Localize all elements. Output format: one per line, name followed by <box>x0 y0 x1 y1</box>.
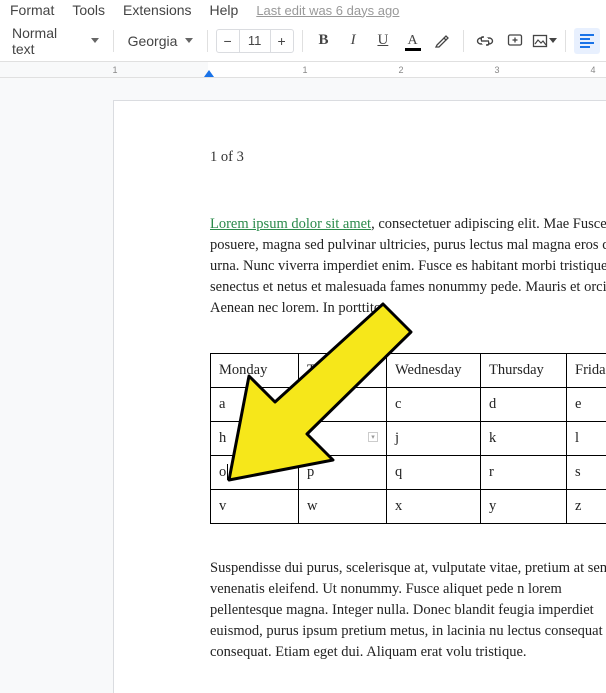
insert-link-button[interactable] <box>472 28 498 54</box>
chevron-down-icon <box>549 38 557 43</box>
table-cell[interactable]: x <box>387 490 481 524</box>
chevron-down-icon <box>185 38 193 43</box>
image-icon <box>532 33 548 49</box>
link-icon <box>476 34 494 48</box>
font-family-label: Georgia <box>128 33 178 49</box>
hyperlink[interactable]: Lorem ipsum dolor sit amet <box>210 216 371 232</box>
ruler-label: 1 <box>302 62 307 78</box>
table-cell[interactable]: v <box>211 490 299 524</box>
menu-bar: Format Tools Extensions Help Last edit w… <box>0 0 606 20</box>
cell-handle-icon[interactable]: ▾ <box>368 432 378 442</box>
font-size-input[interactable]: 11 <box>240 29 270 53</box>
document-table[interactable]: Monday Tu day Wednesday Thursday Frida a… <box>210 353 606 524</box>
menu-tools[interactable]: Tools <box>72 2 105 18</box>
paragraph[interactable]: Suspendisse dui purus, scelerisque at, v… <box>210 558 606 663</box>
table-header-cell[interactable]: Wednesday <box>387 354 481 388</box>
separator <box>302 30 303 52</box>
ruler-label: 3 <box>494 62 499 78</box>
separator <box>207 30 208 52</box>
separator <box>565 30 566 52</box>
table-header-cell[interactable]: Thursday <box>481 354 567 388</box>
separator <box>113 30 114 52</box>
table-cell[interactable]: i▾ <box>299 422 387 456</box>
paragraph-style-dropdown[interactable]: Normal text <box>6 21 105 61</box>
table-cell[interactable]: q <box>387 456 481 490</box>
page-counter: 1 of 3 <box>210 149 606 166</box>
ruler-label: 2 <box>398 62 403 78</box>
font-size-increase-button[interactable]: + <box>270 29 294 53</box>
paragraph-style-label: Normal text <box>12 25 83 57</box>
table-row[interactable]: Monday Tu day Wednesday Thursday Frida <box>211 354 606 388</box>
table-cell[interactable]: r <box>481 456 567 490</box>
underline-button[interactable]: U <box>370 28 396 54</box>
menu-extensions[interactable]: Extensions <box>123 2 191 18</box>
table-cell[interactable]: b <box>299 388 387 422</box>
document-body[interactable]: Lorem ipsum dolor sit amet, consectetuer… <box>210 214 606 663</box>
toolbar: Normal text Georgia − 11 + B I U A <box>0 20 606 62</box>
table-row[interactable]: v w x y z <box>211 490 606 524</box>
table-cell[interactable]: h <box>211 422 299 456</box>
table-cell[interactable]: a <box>211 388 299 422</box>
table-cell[interactable]: l <box>567 422 606 456</box>
text-cursor <box>227 464 228 480</box>
table-cell[interactable]: y <box>481 490 567 524</box>
paragraph[interactable]: Lorem ipsum dolor sit amet, consectetuer… <box>210 214 606 319</box>
table-row[interactable]: o p q r s <box>211 456 606 490</box>
horizontal-ruler[interactable]: 1 1 2 3 4 <box>0 62 606 78</box>
font-size-decrease-button[interactable]: − <box>216 29 240 53</box>
font-size-group: − 11 + <box>216 29 294 53</box>
ruler-label: 1 <box>112 62 117 78</box>
table-cell[interactable]: z <box>567 490 606 524</box>
align-left-icon <box>580 34 594 48</box>
comment-plus-icon <box>507 33 523 49</box>
insert-image-button[interactable] <box>532 28 558 54</box>
table-cell[interactable]: k <box>481 422 567 456</box>
table-cell[interactable]: s <box>567 456 606 490</box>
separator <box>463 30 464 52</box>
table-cell[interactable]: o <box>211 456 299 490</box>
table-header-cell[interactable]: Monday <box>211 354 299 388</box>
highlight-color-button[interactable] <box>429 28 455 54</box>
table-cell[interactable]: w <box>299 490 387 524</box>
menu-format[interactable]: Format <box>10 2 54 18</box>
ruler-label: 4 <box>590 62 595 78</box>
italic-button[interactable]: I <box>340 28 366 54</box>
bold-button[interactable]: B <box>311 28 337 54</box>
document-workspace: 1 of 3 Lorem ipsum dolor sit amet, conse… <box>0 78 606 693</box>
add-comment-button[interactable] <box>502 28 528 54</box>
highlighter-icon <box>434 33 450 49</box>
font-family-dropdown[interactable]: Georgia <box>122 29 199 53</box>
menu-help[interactable]: Help <box>210 2 239 18</box>
table-row[interactable]: h i▾ j k l <box>211 422 606 456</box>
chevron-down-icon <box>91 38 99 43</box>
text-color-button[interactable]: A <box>400 28 426 54</box>
document-page[interactable]: 1 of 3 Lorem ipsum dolor sit amet, conse… <box>113 100 606 693</box>
left-indent-marker[interactable] <box>204 70 214 77</box>
table-cell[interactable]: c <box>387 388 481 422</box>
table-cell[interactable]: e <box>567 388 606 422</box>
table-cell[interactable]: d <box>481 388 567 422</box>
align-left-button[interactable] <box>574 28 600 54</box>
table-header-cell[interactable]: Tu day <box>299 354 387 388</box>
table-header-cell[interactable]: Frida <box>567 354 606 388</box>
table-cell[interactable]: j <box>387 422 481 456</box>
table-cell[interactable]: p <box>299 456 387 490</box>
table-row[interactable]: a b c d e <box>211 388 606 422</box>
last-edit-status[interactable]: Last edit was 6 days ago <box>256 3 399 18</box>
